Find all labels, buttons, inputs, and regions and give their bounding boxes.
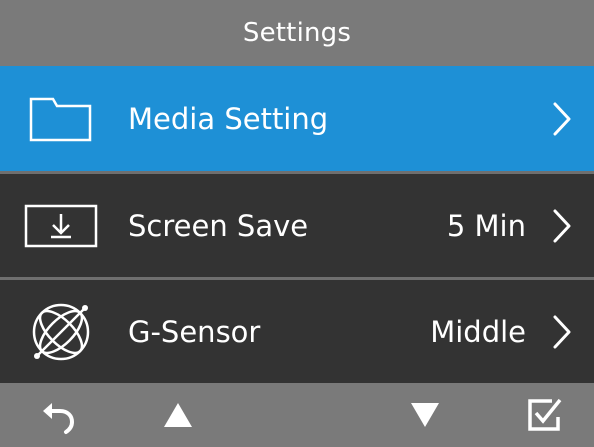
menu-item-screen-save[interactable]: Screen Save 5 Min <box>0 174 594 277</box>
settings-screen: Settings Media Setting Screen Save 5 Min <box>0 0 594 447</box>
confirm-checkbox-icon <box>528 398 562 431</box>
up-button[interactable] <box>156 393 200 437</box>
header-bar: Settings <box>0 0 594 66</box>
footer-bar <box>0 383 594 447</box>
menu-item-value: Middle <box>430 314 526 349</box>
down-triangle-icon <box>411 403 439 427</box>
chevron-right-icon <box>553 102 571 135</box>
back-button[interactable] <box>36 393 80 437</box>
confirm-button[interactable] <box>522 393 566 437</box>
menu-item-media-setting[interactable]: Media Setting <box>0 66 594 171</box>
folder-icon <box>24 87 98 151</box>
chevron-right-icon <box>553 315 571 348</box>
menu-item-value: 5 Min <box>446 208 526 243</box>
down-button[interactable] <box>403 393 447 437</box>
page-title: Settings <box>242 18 352 48</box>
menu-item-g-sensor[interactable]: G-Sensor Middle <box>0 280 594 383</box>
chevron-right-icon <box>553 209 571 242</box>
screen-download-icon <box>24 194 98 258</box>
menu-item-label: Screen Save <box>128 208 309 243</box>
g-sensor-icon <box>24 300 98 364</box>
up-triangle-icon <box>164 403 192 427</box>
menu-item-label: G-Sensor <box>128 314 261 349</box>
menu-item-label: Media Setting <box>128 101 329 136</box>
back-arrow-icon <box>43 403 75 434</box>
